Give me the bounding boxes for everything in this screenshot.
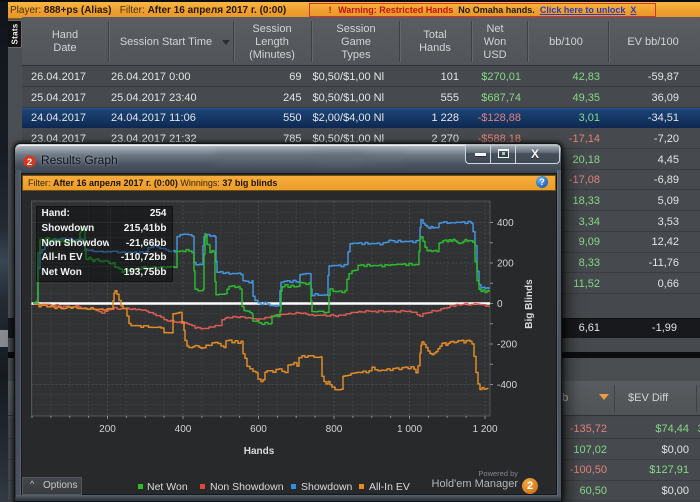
svg-text:Hands: Hands (244, 446, 275, 457)
svg-text:-400: -400 (497, 380, 517, 391)
svg-text:400: 400 (497, 218, 514, 229)
svg-text:2: 2 (27, 157, 32, 168)
svg-text:-200: -200 (497, 340, 517, 351)
svg-text:200: 200 (99, 424, 116, 435)
svg-text:0: 0 (497, 299, 503, 310)
svg-text:Big Blinds: Big Blinds (524, 279, 535, 329)
svg-text:1 000: 1 000 (397, 424, 422, 435)
svg-text:800: 800 (326, 424, 343, 435)
svg-text:1 200: 1 200 (472, 424, 497, 435)
svg-text:600: 600 (250, 424, 267, 435)
svg-text:400: 400 (175, 424, 192, 435)
svg-text:200: 200 (497, 259, 514, 270)
